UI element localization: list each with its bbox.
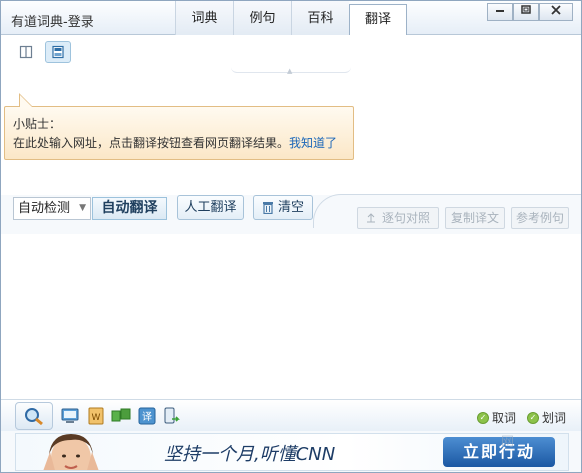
tab-dictionary[interactable]: 词典 [175,1,233,35]
title-bar: 有道词典-登录 词典 例句 百科 翻译 [1,1,581,39]
view-toggles [13,41,71,63]
banner-action-button[interactable]: 立即行动 [443,437,555,467]
app-title: 有道词典-登录 [11,11,94,30]
translation-output-area[interactable] [1,234,581,400]
minimize-icon [496,10,504,12]
language-select-value: 自动检测 [18,201,71,216]
tip-title: 小贴士： [13,117,62,131]
tab-translate[interactable]: 翻译 [349,4,407,39]
clear-button[interactable]: 清空 [253,195,313,220]
select-lookup-label: 划词 [542,411,567,425]
translate-tool[interactable]: 译 [138,407,156,425]
mobile-sync-tool[interactable] [111,407,131,425]
restore-button[interactable] [513,3,539,21]
compare-icon [366,213,375,223]
quick-lookup-toggle[interactable]: ✓ 取词 [477,409,516,426]
watermark: 网 [501,435,515,450]
banner-text: 坚持一个月,听懂CNN [164,444,336,465]
lookup-tool-button[interactable] [15,402,53,430]
phone-tool[interactable] [162,407,180,425]
tip-tail-inner [20,95,32,107]
chevron-down-icon: ▼ [79,203,86,213]
tip-bubble: 小贴士： 在此处输入网址，点击翻译按钮查看网页翻译结果。我知道了 [4,93,354,160]
translate-toolbar: 自动检测 ▼ 自动翻译 人工翻译 清空 逐句对照 复制译文 参考例句 [1,194,581,229]
select-lookup-toggle[interactable]: ✓ 划词 [527,409,566,426]
check-icon: ✓ [477,411,489,424]
svg-text:译: 译 [142,411,152,423]
bottom-toolbar: W 译 ✓ 取词 ✓ 划词 [1,399,581,431]
svg-text:W: W [92,413,101,423]
close-icon [551,5,561,15]
restore-icon [521,5,531,14]
copy-translation-button[interactable]: 复制译文 [445,207,505,229]
window-controls [487,3,573,21]
monitor-icon [61,408,79,423]
tip-dismiss-link[interactable]: 我知道了 [289,136,337,150]
tab-examples[interactable]: 例句 [233,1,291,35]
ad-banner[interactable]: 坚持一个月,听懂CNN 立即行动 [15,433,569,471]
close-button[interactable] [539,3,573,21]
app-name: 有道词典 [11,15,64,30]
human-translate-button[interactable]: 人工翻译 [177,195,244,220]
phone-icon [164,407,180,424]
sentence-compare-button[interactable]: 逐句对照 [357,207,439,229]
rows-icon [52,45,64,59]
minimize-button[interactable] [487,3,513,21]
word-tool[interactable]: W [87,407,105,425]
translate-char-icon: 译 [138,407,156,425]
trash-icon [262,202,273,214]
tab-encyclopedia[interactable]: 百科 [291,1,349,35]
login-link[interactable]: 登录 [68,15,94,30]
tip-body: 在此处输入网址，点击翻译按钮查看网页翻译结果。我知道了 [13,134,345,153]
sentence-compare-label: 逐句对照 [381,211,430,225]
magnifier-icon [25,408,43,426]
tab-bar: 词典 例句 百科 翻译 [175,1,407,39]
wordbook-tool[interactable] [61,407,79,425]
auto-translate-button[interactable]: 自动翻译 [92,197,167,220]
app-window: 有道词典-登录 词典 例句 百科 翻译 ▲ 小贴士： 在此处输入网址，点击翻译按… [0,0,582,473]
clear-button-label: 清空 [277,200,304,215]
columns-icon [19,45,33,59]
quick-lookup-label: 取词 [492,411,517,425]
check-icon: ✓ [527,411,539,424]
document-w-icon: W [88,407,104,425]
tip-text: 在此处输入网址，点击翻译按钮查看网页翻译结果。 [13,136,290,150]
stacked-view-button[interactable] [45,41,71,63]
reference-examples-button[interactable]: 参考例句 [511,207,569,229]
puzzle-icon [111,408,131,422]
woman-face-image [43,434,99,470]
side-by-side-view-button[interactable] [13,41,39,63]
splitter-arrow-icon: ▲ [287,67,293,75]
language-select[interactable]: 自动检测 ▼ [13,197,91,220]
